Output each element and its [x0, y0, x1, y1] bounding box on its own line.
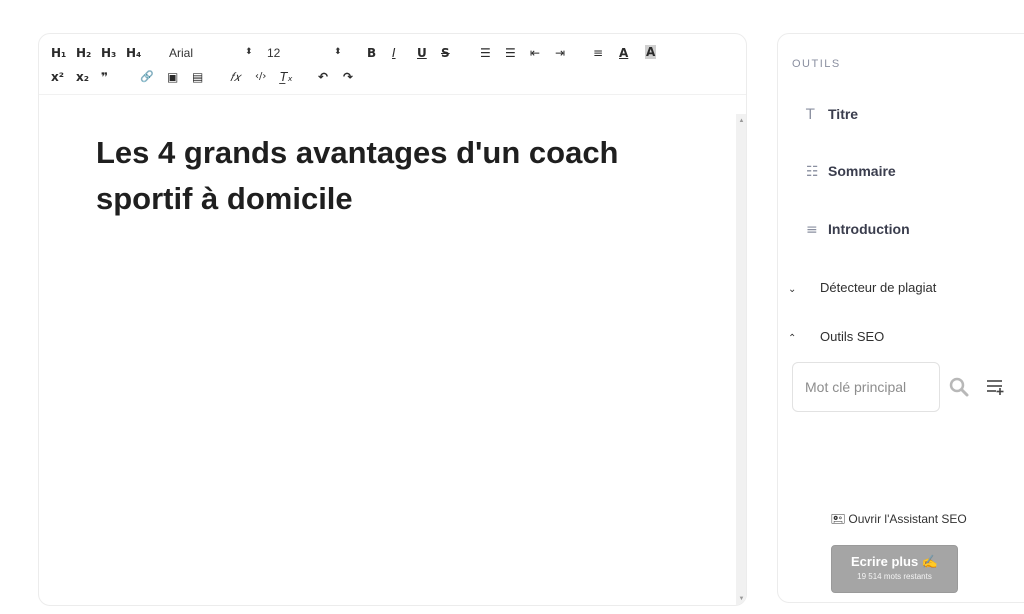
subscript-button[interactable]: x₂ [76, 70, 89, 84]
indent-button[interactable]: ⇥ [555, 46, 565, 60]
list-icon: ☷ [806, 164, 819, 180]
sidebar-heading: OUTILS [792, 58, 841, 70]
search-icon[interactable] [948, 376, 970, 398]
tool-titre[interactable]: T Titre [806, 106, 858, 123]
add-to-list-icon[interactable] [984, 376, 1006, 398]
open-seo-assistant-link[interactable]: 🖭 Ouvrir l'Assistant SEO [831, 510, 967, 531]
title-icon: T [806, 107, 815, 123]
strikethrough-button[interactable]: S [441, 46, 450, 60]
outdent-button[interactable]: ⇤ [530, 46, 540, 60]
code-button[interactable]: ‹/› [255, 70, 266, 84]
tool-introduction-label: Introduction [828, 221, 910, 237]
underline-button[interactable]: U [417, 46, 427, 60]
scroll-down-arrow-icon[interactable]: ▼ [736, 596, 746, 602]
superscript-button[interactable]: x² [51, 70, 64, 84]
seo-tools-label: Outils SEO [820, 329, 885, 344]
accordion-plagiarism-detector[interactable]: ⌄ Détecteur de plagiat [788, 280, 936, 295]
remaining-words-count: 19 514 mots restants [857, 572, 932, 581]
font-size-select[interactable]: 12 [267, 46, 280, 60]
bold-button[interactable]: B [367, 46, 376, 60]
heading-1-button[interactable]: H₁ [51, 46, 66, 60]
document-area[interactable]: Les 4 grands avantages d'un coach sporti… [39, 114, 735, 605]
tool-introduction[interactable]: ≡ Introduction [806, 221, 910, 238]
text-color-button[interactable]: A [619, 46, 628, 60]
write-more-label: Ecrire plus ✍ [851, 554, 938, 569]
tool-sommaire-label: Sommaire [828, 163, 896, 179]
paragraph-icon: ≡ [806, 222, 818, 238]
font-family-select[interactable]: Arial [169, 46, 193, 60]
accordion-seo-tools[interactable]: ⌃ Outils SEO [788, 329, 884, 344]
heading-2-button[interactable]: H₂ [76, 46, 91, 60]
formula-button[interactable]: 𝑓𝑥 [230, 70, 240, 84]
main-keyword-input[interactable] [792, 362, 940, 412]
image-icon[interactable]: ▣ [167, 70, 178, 84]
undo-icon[interactable]: ↶ [318, 70, 328, 84]
tools-sidebar: OUTILS T Titre ☷ Sommaire ≡ Introduction ⌄ D… [777, 33, 1024, 603]
clear-format-button[interactable]: T̲ₓ [280, 70, 293, 84]
tool-titre-label: Titre [828, 106, 859, 122]
ordered-list-button[interactable]: ☰ [480, 46, 491, 60]
font-family-select-arrow-icon: ⬍ [245, 47, 253, 57]
heading-3-button[interactable]: H₃ [101, 46, 116, 60]
editor-toolbar: H₁ H₂ H₃ H₄ Arial ⬍ 12 ⬍ B I U S ☰ ☰ ⇤ ⇥… [39, 34, 746, 95]
scroll-up-arrow-icon[interactable]: ▲ [736, 118, 746, 124]
video-icon[interactable]: ▤ [192, 70, 203, 84]
highlight-button[interactable]: A [645, 45, 657, 59]
bullet-list-button[interactable]: ☰ [505, 46, 516, 60]
redo-icon[interactable]: ↷ [343, 70, 353, 84]
align-button[interactable]: ≡ [593, 46, 603, 60]
chevron-up-icon: ⌃ [788, 333, 797, 344]
editor-scrollbar[interactable]: ▲ ▼ [736, 114, 746, 605]
tool-sommaire[interactable]: ☷ Sommaire [806, 163, 896, 180]
font-size-select-arrow-icon: ⬍ [334, 47, 342, 57]
plagiarism-detector-label: Détecteur de plagiat [820, 280, 937, 295]
link-icon[interactable]: 🔗 [140, 70, 154, 84]
quote-button[interactable]: ❞ [101, 70, 108, 84]
document-title[interactable]: Les 4 grands avantages d'un coach sporti… [96, 130, 676, 222]
italic-button[interactable]: I [392, 46, 396, 60]
editor-panel: H₁ H₂ H₃ H₄ Arial ⬍ 12 ⬍ B I U S ☰ ☰ ⇤ ⇥… [38, 33, 747, 606]
chevron-down-icon: ⌄ [788, 284, 797, 295]
heading-4-button[interactable]: H₄ [126, 46, 141, 60]
write-more-button[interactable]: Ecrire plus ✍ 19 514 mots restants [831, 545, 958, 593]
